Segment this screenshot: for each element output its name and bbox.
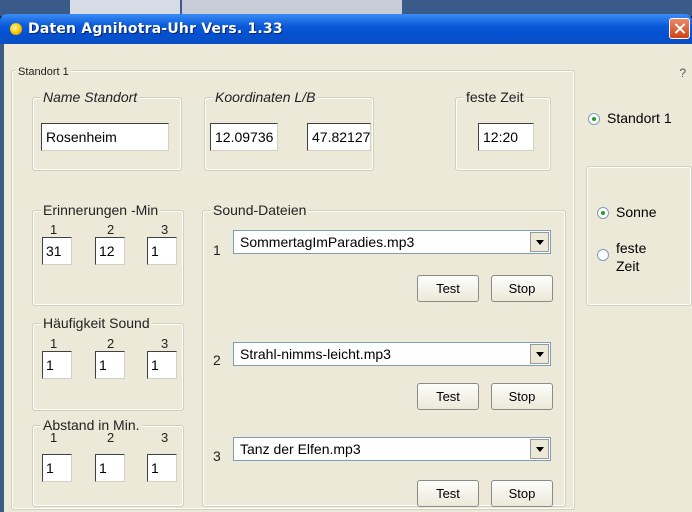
stop-button-1[interactable]: Stop: [491, 275, 553, 302]
sound-group-label: Sound-Dateien: [211, 202, 309, 218]
title-bar[interactable]: Daten Agnihotra-Uhr Vers. 1.33: [0, 14, 692, 44]
standort-1-radio[interactable]: [588, 113, 600, 125]
close-button[interactable]: [669, 18, 690, 39]
sound-index-2: 2: [213, 352, 221, 368]
haeufigkeit-input-2[interactable]: 1: [95, 351, 125, 379]
sonne-zeit-group: [586, 166, 692, 306]
sound-select-2-value: Strahl-nimms-leicht.mp3: [240, 346, 391, 362]
haeufigkeit-col-2: 2: [107, 336, 115, 351]
abstand-col-3: 3: [161, 430, 169, 445]
chevron-down-icon[interactable]: [530, 344, 549, 364]
standort-1-radio-label[interactable]: Standort 1: [607, 110, 672, 126]
erinnerungen-input-3[interactable]: 1: [147, 237, 177, 265]
background-title-strip: [182, 0, 402, 14]
name-standort-input[interactable]: Rosenheim: [41, 123, 169, 151]
sonne-radio[interactable]: [597, 207, 609, 219]
window-title: Daten Agnihotra-Uhr Vers. 1.33: [28, 21, 283, 37]
sound-select-3-value: Tanz der Elfen.mp3: [240, 441, 361, 457]
feste-zeit-input[interactable]: 12:20: [478, 123, 534, 151]
erinnerungen-label: Erinnerungen -Min: [41, 202, 161, 218]
abstand-input-3[interactable]: 1: [147, 454, 177, 482]
haeufigkeit-input-3[interactable]: 1: [147, 351, 177, 379]
feste-zeit-radio-label-2[interactable]: Zeit: [616, 258, 639, 274]
haeufigkeit-label: Häufigkeit Sound: [41, 315, 152, 331]
sound-index-1: 1: [213, 242, 221, 258]
abstand-input-1[interactable]: 1: [42, 454, 72, 482]
standort-group-label: Standort 1: [16, 64, 71, 80]
erinnerungen-input-1[interactable]: 31: [42, 237, 72, 265]
test-button-1[interactable]: Test: [417, 275, 479, 302]
breite-input[interactable]: 47.82127: [307, 123, 371, 151]
haeufigkeit-col-1: 1: [50, 336, 58, 351]
feste-zeit-label: feste Zeit: [464, 89, 526, 105]
erinnerungen-input-2[interactable]: 12: [95, 237, 125, 265]
stop-button-3[interactable]: Stop: [491, 480, 553, 507]
test-button-3[interactable]: Test: [417, 480, 479, 507]
sound-select-2[interactable]: Strahl-nimms-leicht.mp3: [233, 342, 551, 366]
erinnerungen-col-3: 3: [161, 222, 169, 237]
feste-zeit-radio-label-1[interactable]: feste: [616, 240, 646, 256]
dialog-client: ? Standort 1 Name Standort Rosenheim Koo…: [4, 44, 692, 512]
koordinaten-label: Koordinaten L/B: [213, 89, 318, 105]
abstand-col-1: 1: [50, 430, 58, 445]
sound-select-1[interactable]: SommertagImParadies.mp3: [233, 230, 551, 254]
chevron-down-icon[interactable]: [530, 232, 549, 252]
help-mark[interactable]: ?: [679, 66, 686, 80]
haeufigkeit-input-1[interactable]: 1: [42, 351, 72, 379]
dialog-window: Daten Agnihotra-Uhr Vers. 1.33 ? Standor…: [0, 14, 692, 512]
haeufigkeit-col-3: 3: [161, 336, 169, 351]
abstand-input-2[interactable]: 1: [95, 454, 125, 482]
laenge-input[interactable]: 12.09736: [210, 123, 278, 151]
abstand-col-2: 2: [107, 430, 115, 445]
test-button-2[interactable]: Test: [417, 383, 479, 410]
sonne-radio-label[interactable]: Sonne: [616, 204, 656, 220]
background-tab: [70, 0, 180, 14]
stop-button-2[interactable]: Stop: [491, 383, 553, 410]
sound-select-1-value: SommertagImParadies.mp3: [240, 234, 415, 250]
sound-select-3[interactable]: Tanz der Elfen.mp3: [233, 437, 551, 461]
feste-zeit-radio[interactable]: [597, 249, 609, 261]
name-standort-label: Name Standort: [41, 89, 140, 105]
chevron-down-icon[interactable]: [530, 439, 549, 459]
erinnerungen-col-2: 2: [107, 222, 115, 237]
erinnerungen-col-1: 1: [50, 222, 58, 237]
app-sun-icon: [10, 23, 22, 35]
sound-index-3: 3: [213, 448, 221, 464]
